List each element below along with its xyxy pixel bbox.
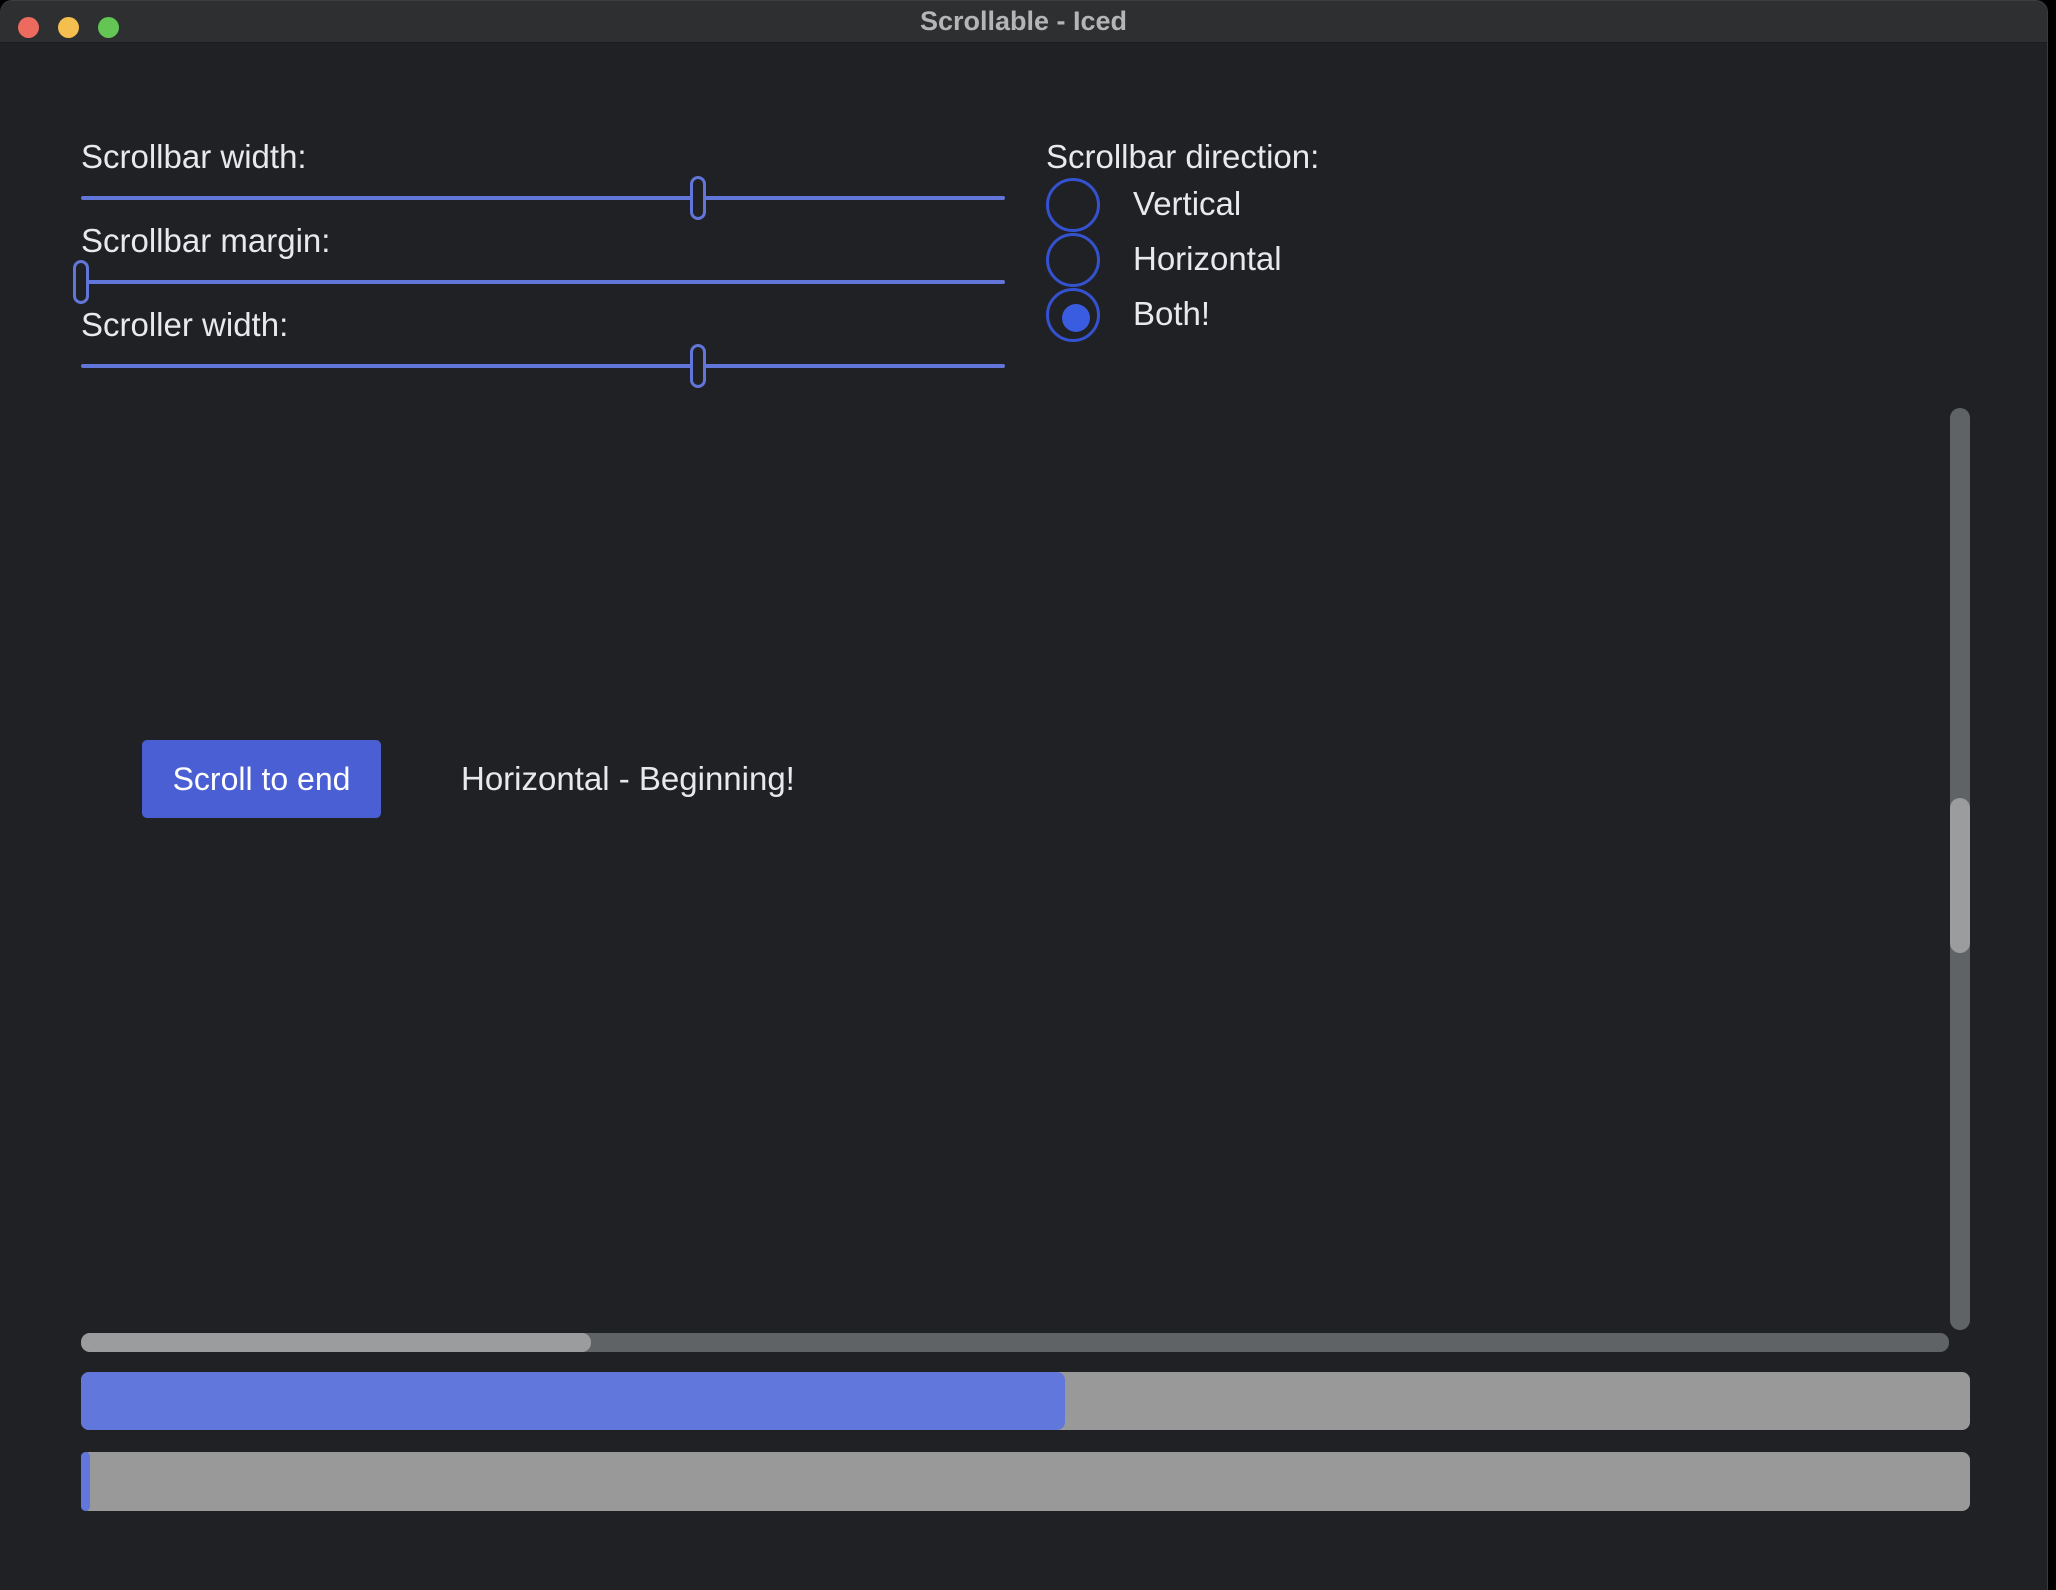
slider-handle[interactable] <box>690 344 706 388</box>
slider-handle[interactable] <box>690 176 706 220</box>
vertical-progress-bar <box>81 1372 1970 1430</box>
vertical-scroller-thumb[interactable] <box>1950 798 1970 953</box>
horizontal-scroller-thumb[interactable] <box>81 1333 591 1352</box>
slider-track[interactable] <box>81 196 1005 200</box>
scroll-to-end-button[interactable]: Scroll to end <box>142 740 381 818</box>
radio-label: Both! <box>1133 295 1210 333</box>
progress-fill <box>81 1372 1065 1430</box>
slider-track[interactable] <box>81 280 1005 284</box>
scrollbar-width-label: Scrollbar width: <box>81 138 307 176</box>
titlebar: Scrollable - Iced <box>0 0 2047 43</box>
scrollbar-margin-slider[interactable] <box>81 260 1005 304</box>
scrollbar-direction-label: Scrollbar direction: <box>1046 138 1319 176</box>
scroller-width-slider[interactable] <box>81 344 1005 388</box>
scroll-status-text: Horizontal - Beginning! <box>461 760 795 798</box>
app-window: Scrollable - Iced Scrollbar width: Scrol… <box>0 0 2048 1590</box>
slider-handle[interactable] <box>73 260 89 304</box>
radio-circle-icon[interactable] <box>1046 288 1100 342</box>
radio-label: Vertical <box>1133 185 1241 223</box>
slider-track[interactable] <box>81 364 1005 368</box>
vertical-scrollbar[interactable] <box>1950 408 1970 1330</box>
radio-circle-icon[interactable] <box>1046 233 1100 287</box>
scrollbar-margin-label: Scrollbar margin: <box>81 222 330 260</box>
scroller-width-label: Scroller width: <box>81 306 288 344</box>
horizontal-scrollbar[interactable] <box>81 1333 1949 1352</box>
radio-dot-icon <box>1062 304 1090 332</box>
horizontal-progress-bar <box>81 1452 1970 1511</box>
scrollbar-width-slider[interactable] <box>81 176 1005 220</box>
radio-circle-icon[interactable] <box>1046 178 1100 232</box>
radio-label: Horizontal <box>1133 240 1282 278</box>
window-title: Scrollable - Iced <box>0 0 2047 42</box>
progress-fill <box>81 1452 90 1511</box>
